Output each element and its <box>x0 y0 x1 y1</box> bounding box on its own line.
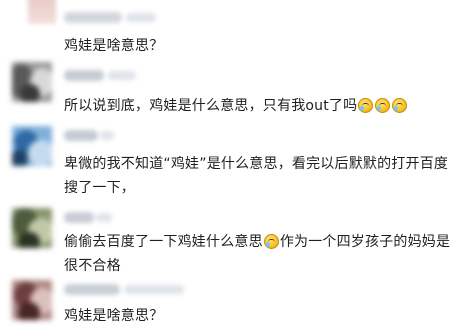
username-blurred[interactable] <box>64 12 156 23</box>
comment-feed: 鸡娃是啥意思？ 所以说到底，鸡娃是什么意思，只有我out了吗 卑微的我不知道“鸡… <box>0 0 474 334</box>
comment-text-body: 所以说到底，鸡娃是什么意思，只有我out了吗 <box>64 98 358 114</box>
avatar[interactable] <box>12 208 52 248</box>
comment-text: 卑微的我不知道“鸡娃”是什么意思，看完以后默默的打开百度搜了一下， <box>64 156 449 196</box>
laugh-cry-emoji-icon <box>375 98 391 113</box>
comment-text: 鸡娃是啥意思？ <box>64 308 164 324</box>
comment-text: 偷偷去百度了一下鸡娃什么意思 作为一个四岁孩子的妈妈是很不合格 <box>64 230 460 278</box>
laugh-cry-emoji-icon <box>358 98 374 113</box>
username-blurred[interactable] <box>64 130 114 141</box>
avatar[interactable] <box>12 62 52 102</box>
comment-text: 鸡娃是啥意思？ <box>64 38 164 54</box>
username-blurred[interactable] <box>64 284 184 295</box>
cropped-avatar <box>28 0 56 24</box>
comment-text-body: 偷偷去百度了一下鸡娃什么意思 <box>64 234 263 250</box>
laugh-cry-emoji-icon <box>392 98 408 113</box>
username-blurred[interactable] <box>64 70 136 81</box>
avatar[interactable] <box>12 126 52 166</box>
username-blurred[interactable] <box>64 212 112 223</box>
avatar[interactable] <box>12 280 52 320</box>
comment-text: 所以说到底，鸡娃是什么意思，只有我out了吗 <box>64 94 460 118</box>
laugh-cry-emoji-icon <box>263 234 279 249</box>
